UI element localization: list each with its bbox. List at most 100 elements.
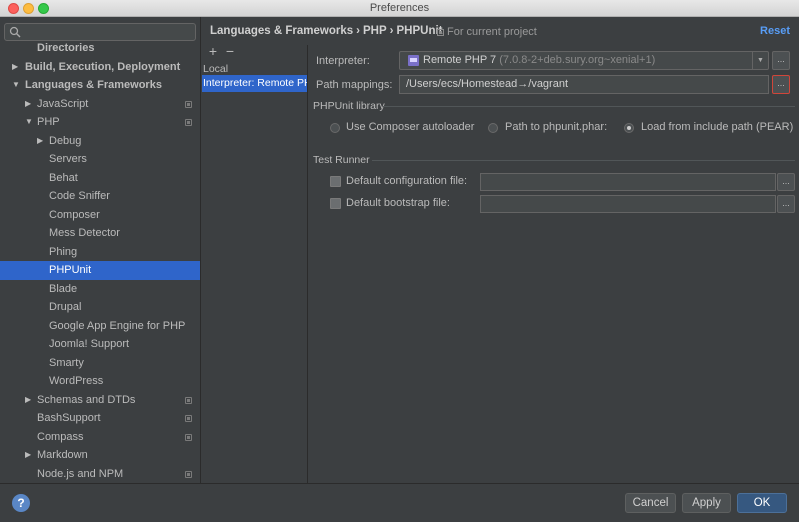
interpreter-browse-button[interactable]: ... [772, 51, 790, 70]
sidebar-item-servers[interactable]: Servers [0, 150, 200, 169]
sidebar-item-code-sniffer[interactable]: Code Sniffer [0, 187, 200, 206]
composer-autoloader-label[interactable]: Use Composer autoloader [346, 121, 474, 133]
path-mappings-label: Path mappings: [316, 79, 393, 91]
project-scope-icon [185, 396, 192, 404]
interpreter-detail: (7.0.8-2+deb.sury.org~xenial+1) [499, 54, 656, 66]
path-mappings-field[interactable]: /Users/ecs/Homestead→/vagrant [399, 75, 769, 94]
title-bar: Preferences [0, 0, 799, 17]
sidebar-item-label: Servers [49, 153, 87, 165]
help-button[interactable]: ? [12, 494, 30, 512]
collapsed-arrow-icon[interactable]: ▶ [25, 391, 31, 409]
project-scope-icon [185, 100, 192, 108]
composer-autoloader-radio[interactable] [330, 123, 340, 133]
sidebar-item-node-js-and-npm[interactable]: Node.js and NPM [0, 465, 200, 484]
sidebar-item-label: Mess Detector [49, 227, 120, 239]
remove-interpreter-button[interactable]: − [223, 45, 237, 59]
sidebar-item-label: Directories [37, 42, 95, 54]
sidebar-item-joomla-support[interactable]: Joomla! Support [0, 335, 200, 354]
project-scope-icon [185, 433, 192, 441]
ok-button[interactable]: OK [737, 493, 787, 513]
php-interpreter-icon [408, 55, 419, 66]
sidebar-item-behat[interactable]: Behat [0, 169, 200, 188]
sidebar-item-compass[interactable]: Compass [0, 428, 200, 447]
sidebar-item-label: Compass [37, 430, 84, 443]
phpunit-phar-label[interactable]: Path to phpunit.phar: [505, 121, 607, 133]
sidebar-item-phpunit[interactable]: PHPUnit [0, 261, 200, 280]
sidebar-item-label: Markdown [37, 449, 88, 461]
sidebar-item-debug[interactable]: ▶ Debug [0, 132, 200, 151]
expanded-arrow-icon[interactable]: ▼ [12, 76, 20, 94]
phpunit-settings: Interpreter: Remote PHP 7 (7.0.8-2+deb.s… [309, 45, 799, 483]
page-header: Languages & Frameworks › PHP › PHPUnit For c… [202, 17, 799, 45]
sidebar-item-build-execution-deployment[interactable]: ▶ Build, Execution, Deployment [0, 58, 200, 77]
phpunit-library-title: PHPUnit library [313, 100, 385, 112]
chevron-down-icon[interactable]: ▼ [752, 52, 768, 69]
sidebar-item-javascript[interactable]: ▶ JavaScript [0, 95, 200, 114]
sidebar-item-blade[interactable]: Blade [0, 280, 200, 299]
phpunit-phar-radio[interactable] [488, 123, 498, 133]
sidebar-item-label: Behat [49, 171, 78, 184]
interpreter-select[interactable]: Remote PHP 7 (7.0.8-2+deb.sury.org~xenia… [399, 51, 769, 70]
sidebar-item-label: JavaScript [37, 97, 89, 110]
sidebar-item-label: WordPress [49, 375, 104, 387]
sidebar-item-label: BashSupport [37, 412, 101, 424]
sidebar-item-label: Code Sniffer [49, 190, 110, 202]
sidebar-item-php[interactable]: ▼ PHP [0, 113, 200, 132]
window-title: Preferences [369, 2, 430, 14]
section-divider [372, 160, 795, 161]
breadcrumb-item: PHPUnit [396, 25, 443, 37]
reset-link[interactable]: Reset [760, 25, 790, 37]
include-path-label[interactable]: Load from include path (PEAR) [641, 121, 793, 133]
path-mappings-browse-button[interactable]: ... [772, 75, 790, 94]
breadcrumb: Languages & Frameworks › PHP › PHPUnit [210, 25, 443, 37]
sidebar-item-label: Node.js and NPM [37, 467, 124, 480]
interpreter-name: Remote PHP 7 [423, 54, 497, 66]
project-scope-icon [185, 470, 192, 478]
test-runner-title: Test Runner [313, 154, 370, 166]
section-divider [383, 106, 795, 107]
default-config-field[interactable] [480, 173, 776, 191]
collapsed-arrow-icon[interactable]: ▶ [25, 446, 31, 464]
apply-button[interactable]: Apply [682, 493, 731, 513]
collapsed-arrow-icon[interactable]: ▶ [37, 132, 43, 150]
sidebar-item-phing[interactable]: Phing [0, 243, 200, 262]
sidebar-item-smarty[interactable]: Smarty [0, 354, 200, 373]
sidebar-item-bashsupport[interactable]: BashSupport [0, 409, 200, 428]
default-bootstrap-browse-button[interactable]: ... [777, 195, 795, 213]
sidebar-item-schemas-and-dtds[interactable]: ▶ Schemas and DTDs [0, 391, 200, 410]
default-config-checkbox[interactable] [330, 176, 341, 187]
sidebar-item-label: Joomla! Support [49, 338, 130, 350]
project-scope-icon [185, 119, 192, 126]
default-config-label[interactable]: Default configuration file: [346, 175, 467, 187]
add-interpreter-button[interactable]: + [206, 45, 220, 59]
expanded-arrow-icon[interactable]: ▼ [25, 113, 33, 131]
sidebar-item-label: Drupal [49, 301, 82, 313]
local-group-label: Local [203, 63, 229, 75]
sidebar-item-label: Debug [49, 134, 82, 147]
interpreter-list-item[interactable]: Interpreter: Remote PHP 7 [202, 75, 307, 92]
sidebar-item-drupal[interactable]: Drupal [0, 298, 200, 317]
sidebar-item-google-app-engine-for-php[interactable]: Google App Engine for PHP [0, 317, 200, 336]
search-icon [9, 26, 21, 38]
sidebar-item-languages-frameworks[interactable]: ▼ Languages & Frameworks [0, 76, 200, 95]
sidebar-item-directories[interactable]: Directories [0, 39, 200, 58]
default-bootstrap-field[interactable] [480, 195, 776, 213]
include-path-radio[interactable] [624, 123, 634, 133]
default-bootstrap-checkbox[interactable] [330, 198, 341, 209]
interpreter-list-panel: + − Local Interpreter: Remote PHP 7 [202, 45, 308, 483]
sidebar-item-wordpress[interactable]: WordPress [0, 372, 200, 391]
sidebar-item-label: Blade [49, 282, 78, 295]
breadcrumb-item: PHP [363, 25, 387, 37]
default-config-browse-button[interactable]: ... [777, 173, 795, 191]
settings-sidebar: Directories ▶ Build, Execution, Deployment… [0, 17, 201, 483]
dialog-footer: ? Cancel Apply OK [0, 483, 799, 522]
collapsed-arrow-icon[interactable]: ▶ [12, 58, 18, 76]
cancel-button[interactable]: Cancel [625, 493, 676, 513]
default-bootstrap-label[interactable]: Default bootstrap file: [346, 197, 450, 209]
sidebar-item-mess-detector[interactable]: Mess Detector [0, 224, 200, 243]
sidebar-item-markdown[interactable]: ▶ Markdown [0, 446, 200, 465]
collapsed-arrow-icon[interactable]: ▶ [25, 95, 31, 113]
scope-note: For current project [437, 26, 537, 38]
sidebar-item-composer[interactable]: Composer [0, 206, 200, 225]
project-scope-icon [185, 415, 192, 422]
